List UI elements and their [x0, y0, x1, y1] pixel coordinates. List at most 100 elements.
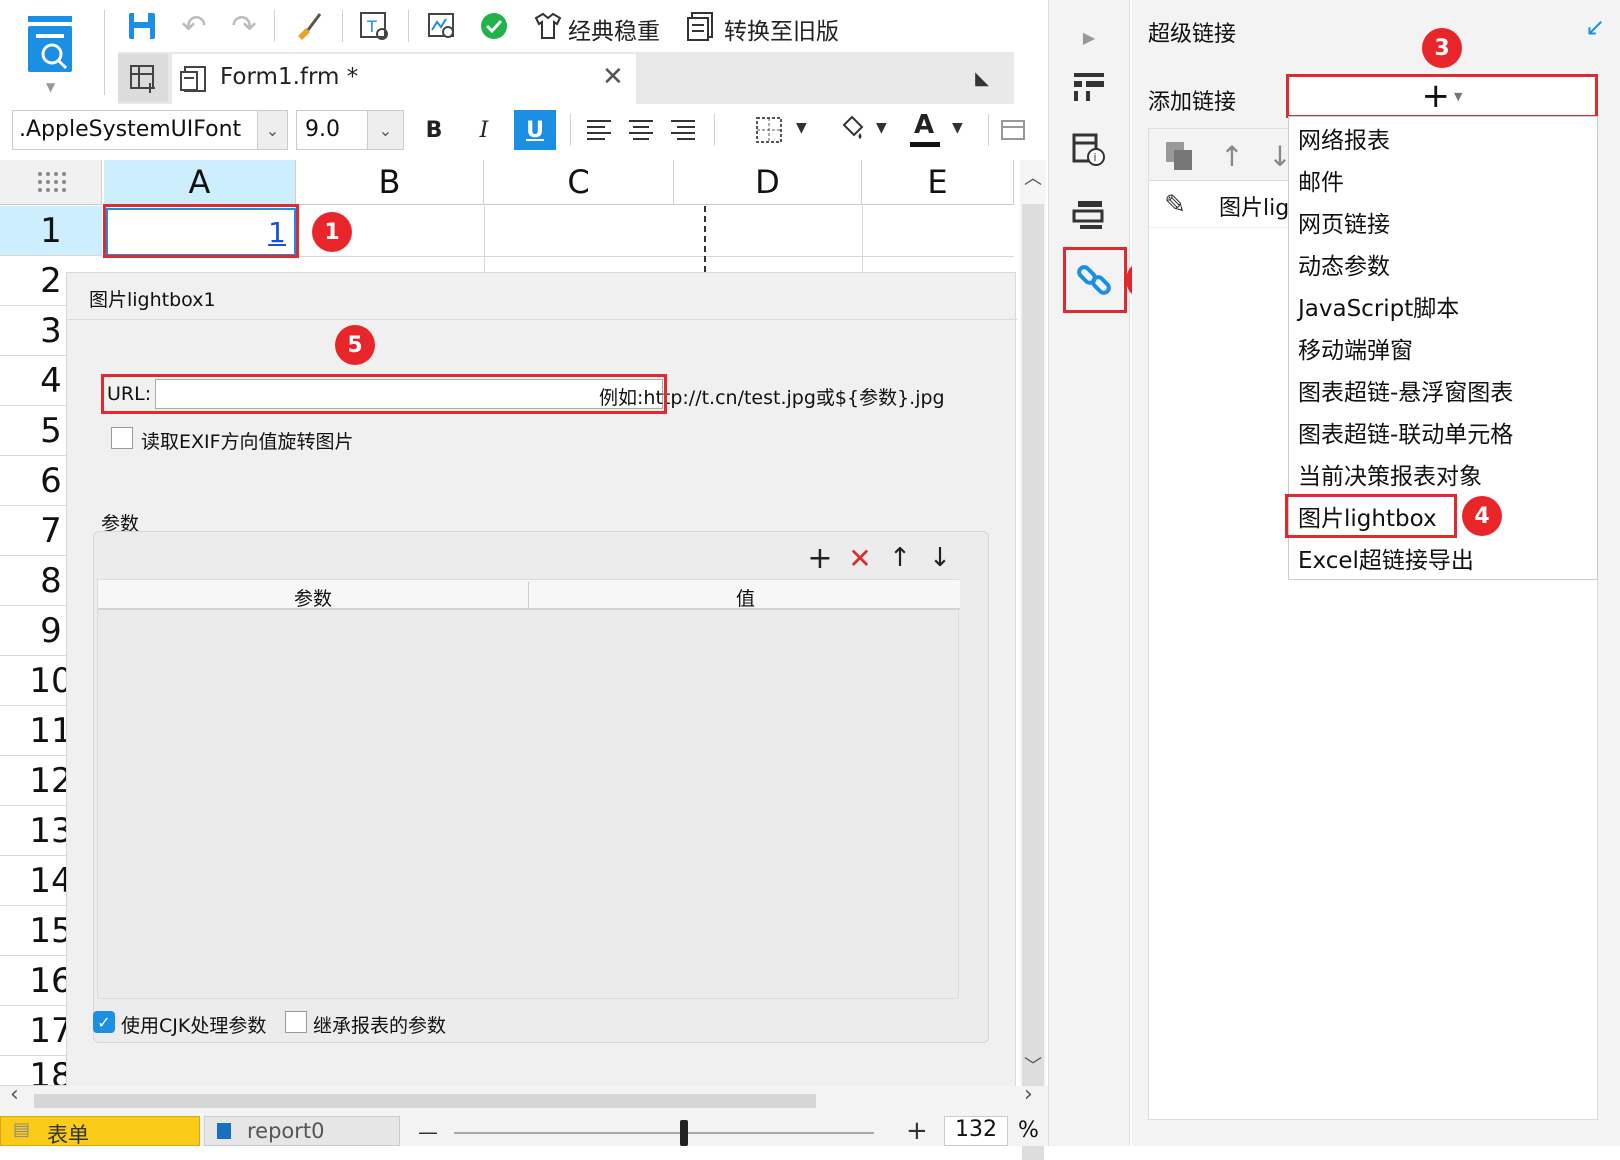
collapse-arrow-icon[interactable]: ▶: [1074, 22, 1104, 52]
scroll-thumb[interactable]: [1022, 204, 1044, 1160]
vertical-scrollbar[interactable]: ︿ ﹀: [1020, 160, 1046, 1160]
zoom-value-field[interactable]: 132: [944, 1116, 1008, 1146]
undo-icon[interactable]: ↶: [176, 8, 212, 44]
italic-button[interactable]: I: [468, 112, 500, 148]
step-badge-5: 5: [335, 325, 375, 365]
horizontal-scrollbar[interactable]: [34, 1094, 816, 1108]
preview-icon[interactable]: [424, 8, 460, 44]
font-size-select[interactable]: 9.0 ⌄: [296, 110, 404, 150]
column-header-c[interactable]: C: [484, 160, 674, 205]
column-header-e[interactable]: E: [862, 160, 1014, 205]
inherit-checkbox[interactable]: [285, 1011, 307, 1033]
highlight-add-link: [1286, 74, 1598, 118]
dialog-title: 图片lightbox1: [89, 289, 216, 311]
font-size-value: 9.0: [305, 117, 340, 142]
save-icon[interactable]: [124, 8, 160, 44]
tab-form1[interactable]: Form1.frm * ✕: [172, 54, 636, 104]
delete-param-icon[interactable]: ✕: [845, 542, 875, 575]
step-badge-4: 4: [1462, 496, 1502, 536]
tab-menu-icon[interactable]: ◣: [966, 62, 998, 94]
theme-shirt-icon[interactable]: [530, 8, 566, 44]
sheet-tab-report-label: report0: [247, 1119, 325, 1143]
sheet-tab-form[interactable]: ▤ 表单: [0, 1116, 200, 1147]
chevron-down-icon[interactable]: ▼: [876, 120, 887, 136]
move-up-icon[interactable]: ↑: [885, 543, 915, 573]
bold-button[interactable]: B: [418, 112, 450, 148]
fill-color-icon[interactable]: [834, 112, 868, 148]
select-all-corner[interactable]: [0, 160, 102, 205]
expand-panel-icon[interactable]: ↙: [1580, 12, 1610, 42]
convert-icon[interactable]: [684, 8, 720, 44]
text-color-glyph: A: [914, 110, 935, 140]
app-logo-icon[interactable]: [26, 14, 78, 78]
font-select-value: .AppleSystemUIFont: [19, 117, 242, 142]
inherit-label: 继承报表的参数: [313, 1015, 447, 1037]
cjk-checkbox[interactable]: ✓: [93, 1011, 115, 1033]
highlight-image-lightbox: [1285, 494, 1457, 538]
zoom-out-button[interactable]: —: [418, 1120, 438, 1144]
scroll-up-icon[interactable]: ︿: [1024, 164, 1042, 190]
align-left-icon[interactable]: [582, 112, 616, 148]
row-header[interactable]: 1: [0, 206, 102, 256]
chevron-down-icon[interactable]: ▼: [796, 120, 807, 136]
column-header-b[interactable]: B: [296, 160, 484, 205]
format-painter-icon[interactable]: [290, 8, 326, 44]
cell-properties-icon[interactable]: [1070, 66, 1108, 106]
form-tab-icon: ▤: [13, 1119, 31, 1140]
check-ok-icon[interactable]: [476, 8, 512, 44]
add-param-icon[interactable]: +: [805, 541, 835, 576]
menu-item-email[interactable]: 邮件: [1298, 160, 1344, 200]
chevron-down-icon[interactable]: ▼: [952, 120, 963, 136]
column-header-a[interactable]: A: [104, 160, 296, 205]
step-badge-1: 1: [312, 212, 352, 252]
close-tab-icon[interactable]: ✕: [602, 62, 624, 92]
underline-button[interactable]: U: [514, 110, 556, 150]
zoom-in-button[interactable]: +: [906, 1116, 928, 1146]
link-list-item-label: 图片lig: [1219, 196, 1290, 221]
menu-item-chart-linked-cell[interactable]: 图表超链-联动单元格: [1298, 412, 1513, 452]
zoom-slider-track[interactable]: [454, 1132, 874, 1134]
menu-item-chart-floating[interactable]: 图表超链-悬浮窗图表: [1298, 370, 1513, 410]
add-link-label: 添加链接: [1148, 90, 1237, 115]
align-center-icon[interactable]: [624, 112, 658, 148]
text-color-icon[interactable]: A: [908, 108, 942, 150]
cell-grid-icon[interactable]: [118, 54, 168, 102]
cell-info-icon[interactable]: i: [1070, 130, 1108, 170]
menu-item-mobile-popup[interactable]: 移动端弹窗: [1298, 328, 1413, 368]
scroll-right-icon[interactable]: ›: [1024, 1082, 1033, 1107]
redo-icon[interactable]: ↷: [226, 8, 262, 44]
menu-item-web-report[interactable]: 网络报表: [1298, 118, 1390, 158]
param-column-header: 参数: [294, 588, 333, 610]
chevron-down-icon[interactable]: ⌄: [257, 111, 287, 149]
cjk-label: 使用CJK处理参数: [121, 1015, 267, 1037]
text-insert-icon[interactable]: T: [356, 8, 392, 44]
move-down-icon[interactable]: ↓: [925, 543, 955, 573]
exif-checkbox[interactable]: [111, 427, 133, 449]
pencil-icon[interactable]: ✎: [1157, 186, 1193, 224]
scroll-down-icon[interactable]: ﹀: [1024, 1052, 1042, 1078]
column-header-d[interactable]: D: [674, 160, 862, 205]
merge-cells-icon[interactable]: [998, 112, 1028, 148]
classic-theme-button[interactable]: 经典稳重: [568, 12, 660, 46]
align-right-icon[interactable]: [666, 112, 700, 148]
menu-item-javascript[interactable]: JavaScript脚本: [1298, 286, 1459, 326]
move-up-icon[interactable]: ↑: [1214, 136, 1250, 176]
zoom-slider-thumb[interactable]: [680, 1120, 688, 1146]
font-select[interactable]: .AppleSystemUIFont ⌄: [12, 110, 288, 150]
widget-icon[interactable]: [1070, 194, 1108, 234]
menu-item-dynamic-param[interactable]: 动态参数: [1298, 244, 1390, 284]
border-icon[interactable]: [752, 112, 786, 148]
highlight-url: [101, 374, 667, 414]
logo-dropdown-icon[interactable]: ▼: [46, 80, 55, 94]
highlight-cell-a1: [103, 204, 299, 258]
tab-title: Form1.frm *: [220, 64, 359, 90]
copy-icon[interactable]: [1160, 136, 1200, 176]
side-icon-strip: [1048, 0, 1130, 1146]
sheet-tab-report[interactable]: report0: [204, 1116, 400, 1146]
menu-item-excel-export[interactable]: Excel超链接导出: [1298, 538, 1474, 578]
menu-item-decision-report[interactable]: 当前决策报表对象: [1298, 454, 1482, 494]
convert-legacy-button[interactable]: 转换至旧版: [724, 12, 839, 46]
scroll-left-icon[interactable]: ‹: [10, 1082, 19, 1107]
chevron-down-icon[interactable]: ⌄: [367, 111, 403, 149]
menu-item-web-link[interactable]: 网页链接: [1298, 202, 1390, 242]
